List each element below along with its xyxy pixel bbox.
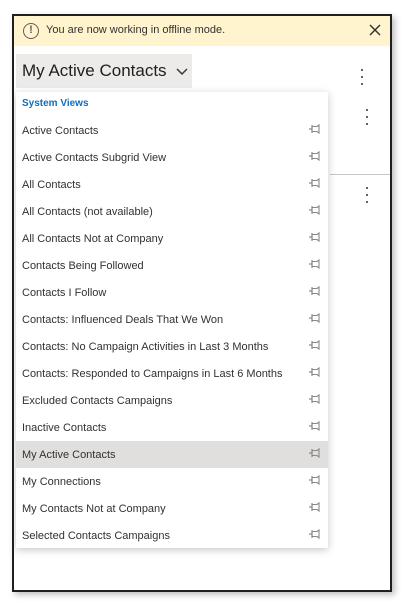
pin-icon[interactable] [308, 312, 322, 324]
pin-icon[interactable] [308, 177, 322, 189]
view-list-item-label: Active Contacts [22, 125, 99, 137]
group-header: System Views [22, 98, 89, 109]
view-list-item-label: Selected Contacts Campaigns [22, 530, 170, 542]
view-list-item[interactable]: My Connections [16, 468, 328, 495]
view-list-item[interactable]: Inactive Contacts [16, 414, 328, 441]
view-list-item-label: My Active Contacts [22, 449, 116, 461]
view-list-item-label: Contacts I Follow [22, 287, 107, 299]
view-list-item-label: My Contacts Not at Company [22, 503, 166, 515]
view-list-item-label: Contacts: Responded to Campaigns in Last… [22, 368, 283, 380]
view-list-item[interactable]: My Contacts Not at Company [16, 495, 328, 522]
row-more-options-icon[interactable] [360, 108, 374, 126]
view-list-item-label: All Contacts [22, 179, 81, 191]
view-list-item[interactable]: Excluded Contacts Campaigns [16, 387, 328, 414]
view-title: My Active Contacts [22, 61, 167, 80]
view-list-item-label: Contacts: Influenced Deals That We Won [22, 314, 224, 326]
view-list-item[interactable]: All Contacts [16, 171, 328, 198]
pin-icon[interactable] [308, 339, 322, 351]
pin-icon[interactable] [308, 231, 322, 243]
view-list-item-label: Contacts Being Followed [22, 260, 144, 272]
chevron-down-icon [176, 63, 188, 81]
pin-icon[interactable] [308, 204, 322, 216]
view-list-item[interactable]: Contacts: Influenced Deals That We Won [16, 306, 328, 333]
view-dropdown-menu: System Views Active Contacts Active Cont… [16, 92, 328, 548]
pin-icon[interactable] [308, 285, 322, 297]
warning-circle-icon: ! [23, 23, 39, 39]
pin-icon[interactable] [308, 501, 322, 513]
pin-icon[interactable] [308, 474, 322, 486]
pin-icon[interactable] [308, 150, 322, 162]
close-icon[interactable] [366, 21, 384, 39]
offline-message: You are now working in offline mode. [46, 24, 226, 36]
view-list-item[interactable]: Contacts Being Followed [16, 252, 328, 279]
view-list-item[interactable]: Contacts: Responded to Campaigns in Last… [16, 360, 328, 387]
view-list-item-label: Contacts: No Campaign Activities in Last… [22, 341, 269, 353]
view-list-item[interactable]: Contacts: No Campaign Activities in Last… [16, 333, 328, 360]
row-more-options-icon[interactable] [360, 186, 374, 204]
view-list-item-label: All Contacts (not available) [22, 206, 153, 218]
more-options-icon[interactable] [355, 68, 369, 86]
view-list-item[interactable]: All Contacts (not available) [16, 198, 328, 225]
pin-icon[interactable] [308, 123, 322, 135]
view-list-item-label: Active Contacts Subgrid View [22, 152, 167, 164]
view-list-item-label: All Contacts Not at Company [22, 233, 164, 245]
view-list: Active Contacts Active Contacts Subgrid … [16, 117, 328, 549]
view-list-item-label: Excluded Contacts Campaigns [22, 395, 173, 407]
view-list-item[interactable]: All Contacts Not at Company [16, 225, 328, 252]
pin-icon[interactable] [308, 366, 322, 378]
pin-icon[interactable] [308, 447, 322, 459]
pin-icon[interactable] [308, 420, 322, 432]
view-list-item[interactable]: Active Contacts Subgrid View [16, 144, 328, 171]
app-window: ! You are now working in offline mode. M… [12, 14, 392, 592]
view-list-item[interactable]: Contacts I Follow [16, 279, 328, 306]
view-list-item-label: My Connections [22, 476, 101, 488]
view-list-item-label: Inactive Contacts [22, 422, 107, 434]
divider [330, 174, 390, 175]
view-list-item[interactable]: My Active Contacts [16, 441, 328, 468]
view-list-item[interactable]: Active Contacts [16, 117, 328, 144]
offline-banner: ! You are now working in offline mode. [14, 16, 390, 46]
pin-icon[interactable] [308, 258, 322, 270]
view-selector-button[interactable]: My Active Contacts [16, 54, 192, 88]
pin-icon[interactable] [308, 528, 322, 540]
view-list-item[interactable]: Selected Contacts Campaigns [16, 522, 328, 549]
pin-icon[interactable] [308, 393, 322, 405]
